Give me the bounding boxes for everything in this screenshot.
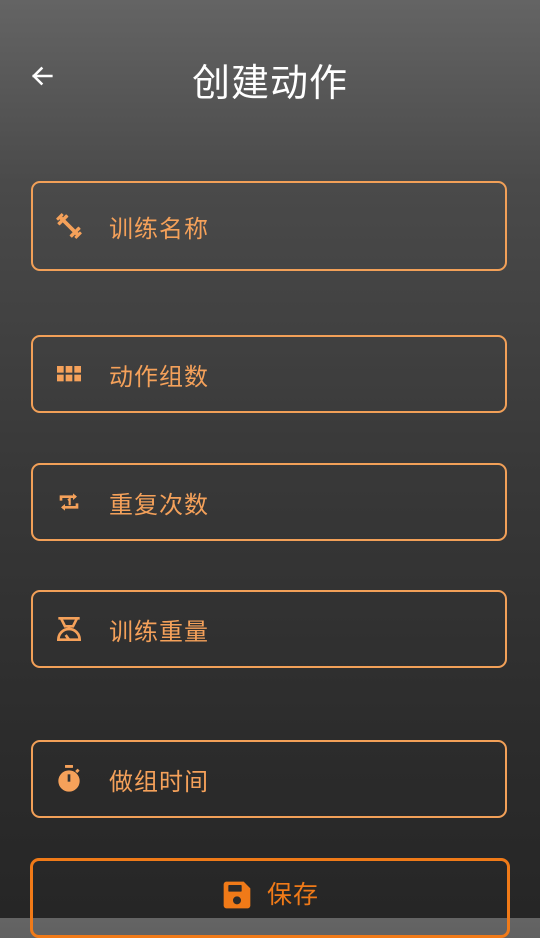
set-time-placeholder: 做组时间 — [109, 767, 209, 796]
reps-field[interactable]: 重复次数 — [31, 463, 507, 541]
save-button-label: 保存 — [266, 880, 319, 909]
training-name-field[interactable]: 训练名称 — [31, 181, 507, 271]
sets-placeholder: 动作组数 — [109, 362, 209, 391]
floppy-disk-icon — [221, 879, 253, 911]
app-header: 创建动作 — [0, 0, 540, 156]
dumbbell-icon — [51, 208, 87, 244]
scale-icon — [51, 611, 87, 647]
training-name-placeholder: 训练名称 — [109, 214, 209, 243]
repeat-one-icon — [51, 484, 87, 520]
create-exercise-screen: 创建动作 训练名称 动作组数 重复次数 训练重量 做组时间 保存 — [0, 0, 540, 938]
weight-placeholder: 训练重量 — [109, 617, 209, 646]
weight-field[interactable]: 训练重量 — [31, 590, 507, 668]
save-button[interactable]: 保存 — [30, 858, 510, 938]
set-time-field[interactable]: 做组时间 — [31, 740, 507, 818]
reps-placeholder: 重复次数 — [109, 490, 209, 519]
sets-field[interactable]: 动作组数 — [31, 335, 507, 413]
stopwatch-icon — [51, 761, 87, 797]
page-title: 创建动作 — [191, 61, 348, 105]
grid-icon — [51, 356, 87, 392]
